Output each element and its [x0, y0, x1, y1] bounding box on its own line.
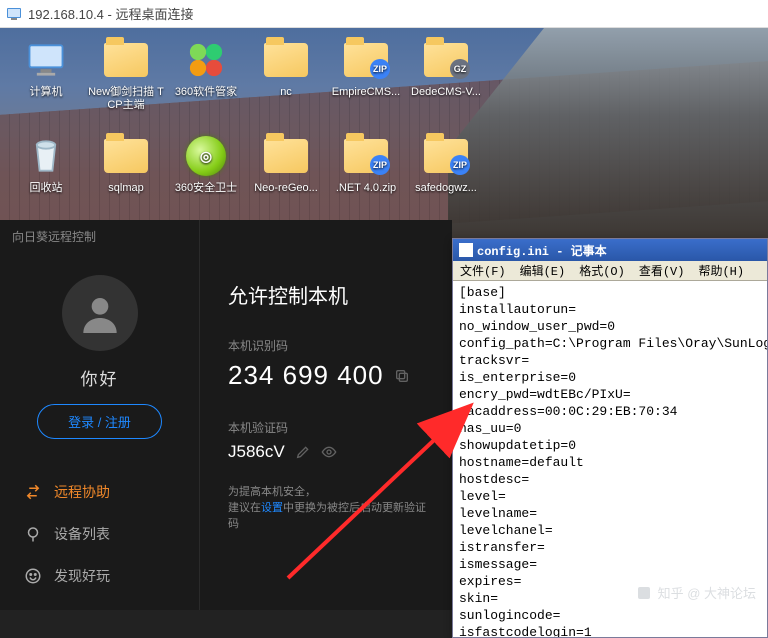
icon-recycle-bin[interactable]: 回收站: [8, 132, 84, 224]
zip-icon: ZIP: [422, 132, 470, 180]
360-icon: ◎: [182, 132, 230, 180]
icon-label: New御剑扫描 TCP主端: [88, 86, 164, 112]
icon-label: 回收站: [30, 182, 63, 195]
icon-label: DedeCMS-V...: [411, 86, 481, 99]
sunlogin-menu: 远程协助 设备列表 发现好玩: [0, 471, 199, 597]
notepad-menubar: 文件(F) 编辑(E) 格式(O) 查看(V) 帮助(H): [453, 261, 767, 281]
menu-label: 设备列表: [54, 524, 110, 544]
sunlogin-title: 向日葵远程控制: [0, 220, 199, 253]
notepad-title-text: config.ini - 记事本: [477, 242, 607, 259]
folder-icon: [262, 36, 310, 84]
menu-view[interactable]: 查看(V): [632, 262, 692, 279]
icon-net40[interactable]: ZIP .NET 4.0.zip: [328, 132, 404, 224]
avatar[interactable]: [62, 275, 138, 351]
icon-computer[interactable]: 计算机: [8, 36, 84, 128]
icon-360softmgr[interactable]: 360软件管家: [168, 36, 244, 128]
menu-device-list[interactable]: 设备列表: [0, 513, 199, 555]
edit-icon[interactable]: [295, 444, 311, 460]
folder-icon: [102, 36, 150, 84]
menu-label: 发现好玩: [54, 566, 110, 586]
notepad-window[interactable]: config.ini - 记事本 文件(F) 编辑(E) 格式(O) 查看(V)…: [452, 238, 768, 638]
login-register-button[interactable]: 登录 / 注册: [37, 404, 162, 439]
smile-icon: [24, 567, 42, 585]
security-tip: 为提高本机安全， 建议在设置中更换为被控后启动更新验证码: [228, 484, 432, 532]
machine-id: 234 699 400: [228, 360, 432, 391]
icon-neoregeo[interactable]: Neo-reGeo...: [248, 132, 324, 224]
folder-icon: [102, 132, 150, 180]
menu-label: 远程协助: [54, 482, 110, 502]
menu-remote-assist[interactable]: 远程协助: [0, 471, 199, 513]
rdp-title-bar: 192.168.10.4 - 远程桌面连接: [0, 0, 768, 28]
flower-icon: [182, 36, 230, 84]
allow-control-heading: 允许控制本机: [228, 280, 432, 309]
remote-desktop: 计算机 New御剑扫描 TCP主端 360软件管家 nc ZIP EmpireC…: [0, 28, 768, 610]
gz-icon: GZ: [422, 36, 470, 84]
zhihu-icon: [636, 585, 652, 601]
sunlogin-sidebar: 向日葵远程控制 你好 登录 / 注册 远程协助 设备列表 发现好玩: [0, 220, 200, 610]
verify-code: J586cV: [228, 442, 432, 462]
icon-label: EmpireCMS...: [332, 86, 400, 99]
recyclebin-icon: [22, 132, 70, 180]
verify-value: J586cV: [228, 442, 285, 462]
pin-icon: [24, 525, 42, 543]
folder-icon: [262, 132, 310, 180]
menu-help[interactable]: 帮助(H): [691, 262, 751, 279]
desktop-icon-grid: 计算机 New御剑扫描 TCP主端 360软件管家 nc ZIP EmpireC…: [8, 36, 566, 224]
icon-label: .NET 4.0.zip: [336, 182, 396, 195]
zip-icon: ZIP: [342, 36, 390, 84]
icon-label: 计算机: [30, 86, 63, 99]
icon-safedogwz[interactable]: ZIP safedogwz...: [408, 132, 484, 224]
icon-label: nc: [280, 86, 292, 99]
sunlogin-main: 允许控制本机 本机识别码 234 699 400 本机验证码 J586cV 为提…: [200, 220, 452, 610]
menu-edit[interactable]: 编辑(E): [513, 262, 573, 279]
id-value: 234 699 400: [228, 360, 384, 391]
rdp-title-text: 192.168.10.4 - 远程桌面连接: [28, 4, 193, 23]
rdp-icon: [6, 6, 22, 22]
hello-text: 你好: [81, 365, 119, 390]
id-label: 本机识别码: [228, 337, 432, 354]
watermark-text: 知乎 @ 大神论坛: [658, 583, 756, 602]
icon-label: safedogwz...: [415, 182, 477, 195]
icon-label: 360安全卫士: [175, 182, 237, 195]
menu-file[interactable]: 文件(F): [453, 262, 513, 279]
user-icon: [80, 293, 120, 333]
menu-discover[interactable]: 发现好玩: [0, 555, 199, 597]
notepad-icon: [459, 243, 473, 257]
icon-empirecms[interactable]: ZIP EmpireCMS...: [328, 36, 404, 128]
sunlogin-window: 向日葵远程控制 你好 登录 / 注册 远程协助 设备列表 发现好玩: [0, 220, 452, 610]
computer-icon: [22, 36, 70, 84]
swap-icon: [24, 483, 42, 501]
zip-icon: ZIP: [342, 132, 390, 180]
icon-label: 360软件管家: [175, 86, 237, 99]
icon-sqlmap[interactable]: sqlmap: [88, 132, 164, 224]
copy-icon[interactable]: [394, 368, 410, 384]
verify-label: 本机验证码: [228, 419, 432, 436]
icon-dedecms[interactable]: GZ DedeCMS-V...: [408, 36, 484, 128]
icon-360safe[interactable]: ◎ 360安全卫士: [168, 132, 244, 224]
icon-label: Neo-reGeo...: [254, 182, 318, 195]
menu-format[interactable]: 格式(O): [572, 262, 632, 279]
icon-label: sqlmap: [108, 182, 143, 195]
settings-link[interactable]: 设置: [261, 502, 283, 514]
notepad-titlebar[interactable]: config.ini - 记事本: [453, 239, 767, 261]
watermark: 知乎 @ 大神论坛: [636, 583, 756, 602]
icon-nc[interactable]: nc: [248, 36, 324, 128]
icon-newyujian[interactable]: New御剑扫描 TCP主端: [88, 36, 164, 128]
eye-icon[interactable]: [321, 444, 337, 460]
